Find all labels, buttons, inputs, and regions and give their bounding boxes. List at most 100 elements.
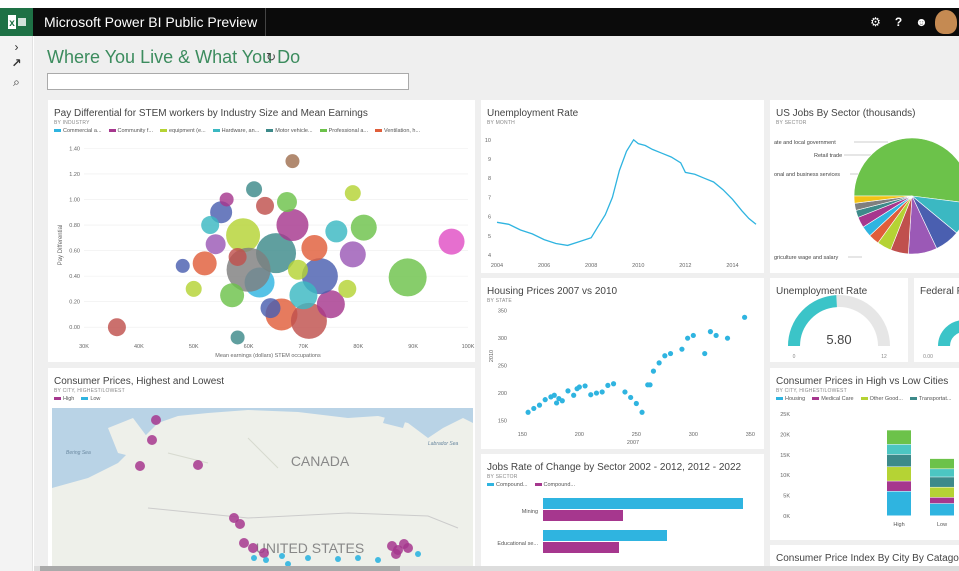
scatter-point xyxy=(742,314,748,320)
bar-segment xyxy=(887,491,911,516)
y-tick-label: 10K xyxy=(780,473,790,479)
scatter-point xyxy=(588,392,594,398)
search-icon[interactable]: ⌕ xyxy=(0,75,33,90)
x-tick-label: 150 xyxy=(518,432,527,438)
scatter-point xyxy=(228,247,247,266)
scatter-point xyxy=(260,298,281,319)
bar-segment xyxy=(887,467,911,481)
tile-jobs-rate[interactable]: Jobs Rate of Change by Sector 2002 - 201… xyxy=(481,454,764,571)
pie-label: griculture wage and salary xyxy=(774,255,838,261)
bar-segment xyxy=(887,430,911,445)
app-logo-icon[interactable]: x xyxy=(0,8,33,36)
scatter-point xyxy=(287,259,308,280)
line-chart: 4 5 6 7 8 9 10 2004 2006 2008 2010 2012 2014 xyxy=(485,138,757,269)
scatter-point xyxy=(230,330,245,345)
refresh-icon[interactable]: ↻ xyxy=(266,50,276,64)
qa-input[interactable] xyxy=(47,73,409,90)
category-label: Educational se... xyxy=(497,541,538,547)
scatter-point xyxy=(185,280,202,297)
smiley-icon[interactable]: ☻ xyxy=(910,8,933,36)
series-line xyxy=(496,138,757,247)
bar xyxy=(543,498,743,509)
tile-jobs-pie[interactable]: US Jobs By Sector (thousands) BY SECTOR … xyxy=(770,100,959,273)
scatter-point xyxy=(256,196,275,215)
y-tick-label: 15K xyxy=(780,453,790,459)
scatter-point xyxy=(551,392,557,398)
pie-label: ate and local government xyxy=(774,140,836,146)
bar-segment xyxy=(887,454,911,467)
y-tick-label: 0.60 xyxy=(69,249,80,255)
scrollbar-thumb[interactable] xyxy=(40,566,400,571)
y-tick-label: 5K xyxy=(783,494,790,500)
scatter-point xyxy=(565,388,571,394)
scatter-point xyxy=(582,383,588,389)
map-marker-high xyxy=(193,460,203,470)
tile-consumer-map[interactable]: Consumer Prices, Highest and Lowest BY C… xyxy=(48,368,475,571)
map-label-bering: Bering Sea xyxy=(66,450,91,456)
scatter-point xyxy=(639,409,645,415)
scatter-point xyxy=(647,382,653,388)
scatter-point xyxy=(679,346,685,352)
y-tick-label: 0.80 xyxy=(69,223,80,229)
scatter-chart: Pay Differential Mean earnings (dollars)… xyxy=(58,146,475,359)
scatter-point xyxy=(220,283,245,308)
gauge-arc xyxy=(938,320,959,347)
expand-icon[interactable]: › xyxy=(0,40,33,54)
tile-high-low[interactable]: Consumer Prices in High vs Low Cities BY… xyxy=(770,368,959,540)
tile-housing-scatter[interactable]: Housing Prices 2007 vs 2010 BY STATE 201… xyxy=(481,278,764,449)
y-tick-label: 0.40 xyxy=(69,274,80,280)
scatter-point xyxy=(599,389,605,395)
y-axis-label: 2010 xyxy=(489,350,495,362)
y-tick-label: 7 xyxy=(488,195,491,201)
scatter-point xyxy=(350,214,377,241)
x-tick-label: 80K xyxy=(353,344,363,350)
x-tick-label: 100K xyxy=(462,344,475,350)
scatter-point xyxy=(542,397,548,403)
map[interactable]: CANADA UNITED STATES Bering Sea Labrador… xyxy=(48,368,475,571)
help-icon[interactable]: ? xyxy=(887,8,910,36)
x-tick-label: 300 xyxy=(689,432,698,438)
scatter-point xyxy=(301,235,328,262)
arrow-icon[interactable]: ↗ xyxy=(0,56,33,70)
scatter-point xyxy=(276,209,309,242)
bar-segment xyxy=(887,444,911,455)
x-tick-label: 2010 xyxy=(632,263,644,269)
map-marker-low xyxy=(335,556,341,562)
scatter-point xyxy=(536,402,543,408)
gauge-value: 5.80 xyxy=(826,332,851,347)
tile-stem-scatter[interactable]: Pay Differential for STEM workers by Ind… xyxy=(48,100,475,362)
y-tick-label: 0.20 xyxy=(69,300,80,306)
tile-federal-gauge[interactable]: Federal Fu 0.00 xyxy=(914,278,959,362)
scatter-point xyxy=(205,234,226,255)
scatter-point xyxy=(633,400,639,407)
scatter-point xyxy=(702,350,708,357)
map-marker-high xyxy=(391,549,401,559)
map-marker-low xyxy=(415,551,421,557)
avatar[interactable] xyxy=(935,10,957,34)
x-tick-label: 2014 xyxy=(726,263,738,269)
map-marker-high xyxy=(135,461,145,471)
tile-unemployment-gauge[interactable]: Unemployment Rate 5.80 0 12 xyxy=(770,278,908,362)
scatter-point xyxy=(559,398,565,404)
tile-unemployment-line[interactable]: Unemployment Rate BY MONTH 4 5 6 7 8 9 10 2004 2… xyxy=(481,100,764,273)
map-label-us: UNITED STATES xyxy=(256,540,364,556)
scatter-point xyxy=(656,360,662,366)
bar xyxy=(543,530,667,541)
page-title: Where You Live & What You Do xyxy=(47,47,301,67)
map-marker-low xyxy=(305,555,311,561)
scatter-point xyxy=(610,381,617,387)
scatter-point xyxy=(690,332,696,339)
gear-icon[interactable]: ⚙ xyxy=(864,8,887,36)
y-tick-label: 250 xyxy=(498,364,507,370)
bar-segment xyxy=(930,477,954,487)
scatter-point xyxy=(593,390,600,396)
stacked-bar-chart: 0K 5K 10K 15K 20K 25K High Low xyxy=(780,412,954,528)
map-marker-high xyxy=(239,538,249,548)
bar-segment xyxy=(930,469,954,477)
x-tick-label: 2004 xyxy=(491,263,503,269)
scatter-point xyxy=(707,329,714,335)
scatter-point xyxy=(339,241,366,268)
scatter-point xyxy=(724,335,731,341)
dashboard: Where You Live & What You Do ↻ Pay Diffe… xyxy=(34,36,959,571)
scatter-point xyxy=(622,389,628,395)
